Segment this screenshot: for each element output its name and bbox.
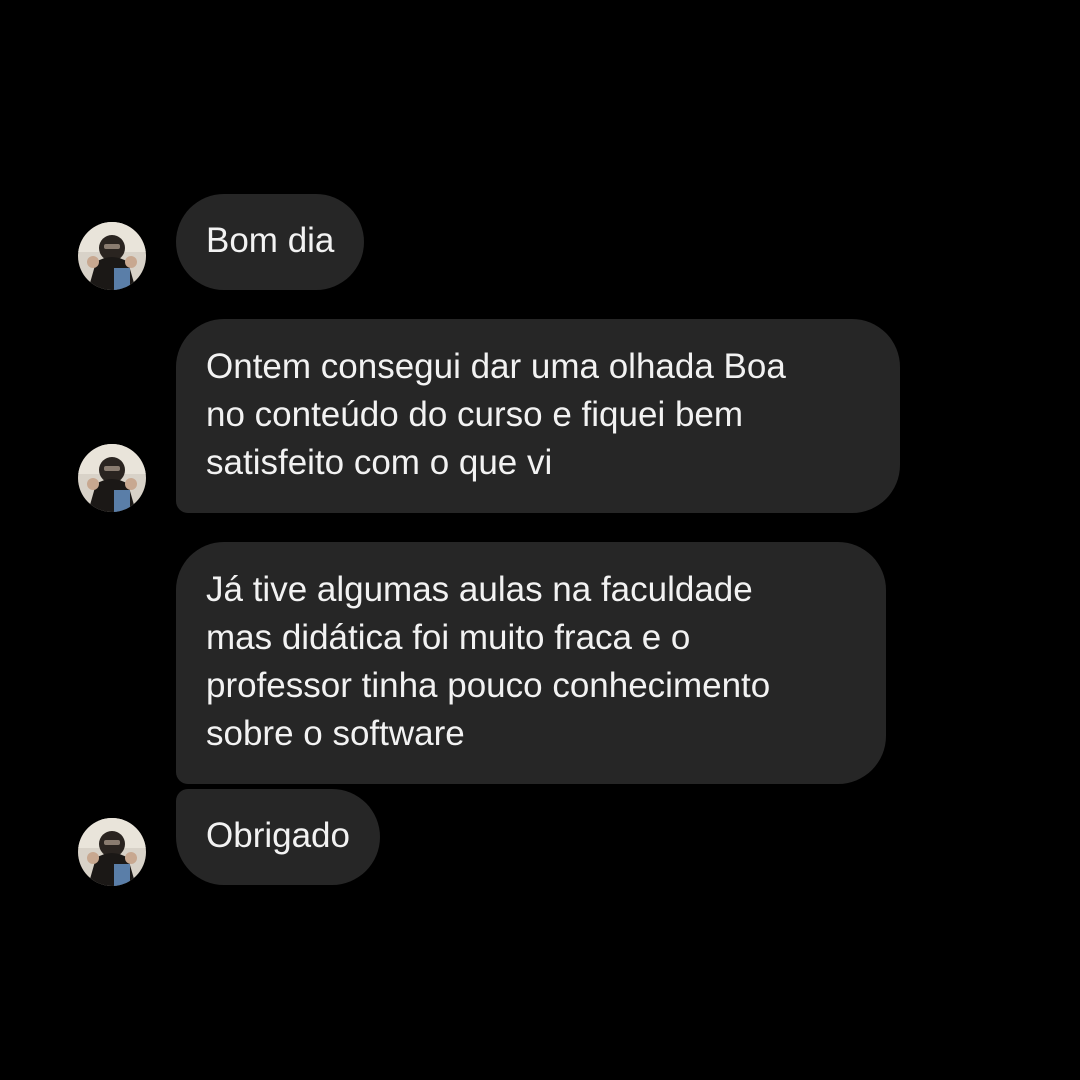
message-text: mas didática foi muito fraca e o [206,618,691,657]
message-bubble[interactable]: Ontem consegui dar uma olhada Boa no con… [176,319,900,513]
message-text: professor tinha pouco conhecimento [206,666,771,705]
message-text: sobre o software [206,714,465,753]
avatar-photo [78,222,146,290]
avatar-icon[interactable] [78,444,146,512]
avatar-photo [78,818,146,886]
message-text: Já tive algumas aulas na faculdade [206,570,753,609]
message-text: Ontem consegui dar uma olhada Boa [206,347,786,386]
message-text: satisfeito com o que vi [206,443,553,482]
avatar-photo [78,444,146,512]
message-bubble[interactable]: Já tive algumas aulas na faculdade mas d… [176,542,886,784]
message-text: Obrigado [206,816,350,855]
message-text: Bom dia [206,221,335,260]
message-text: no conteúdo do curso e fiquei bem [206,395,744,434]
chat-thread: Bom dia Ontem consegui dar uma olhada Bo… [0,0,1080,1080]
message-bubble[interactable]: Bom dia [176,194,365,290]
avatar-icon[interactable] [78,818,146,886]
avatar-icon[interactable] [78,222,146,290]
message-bubble[interactable]: Obrigado [176,789,380,885]
